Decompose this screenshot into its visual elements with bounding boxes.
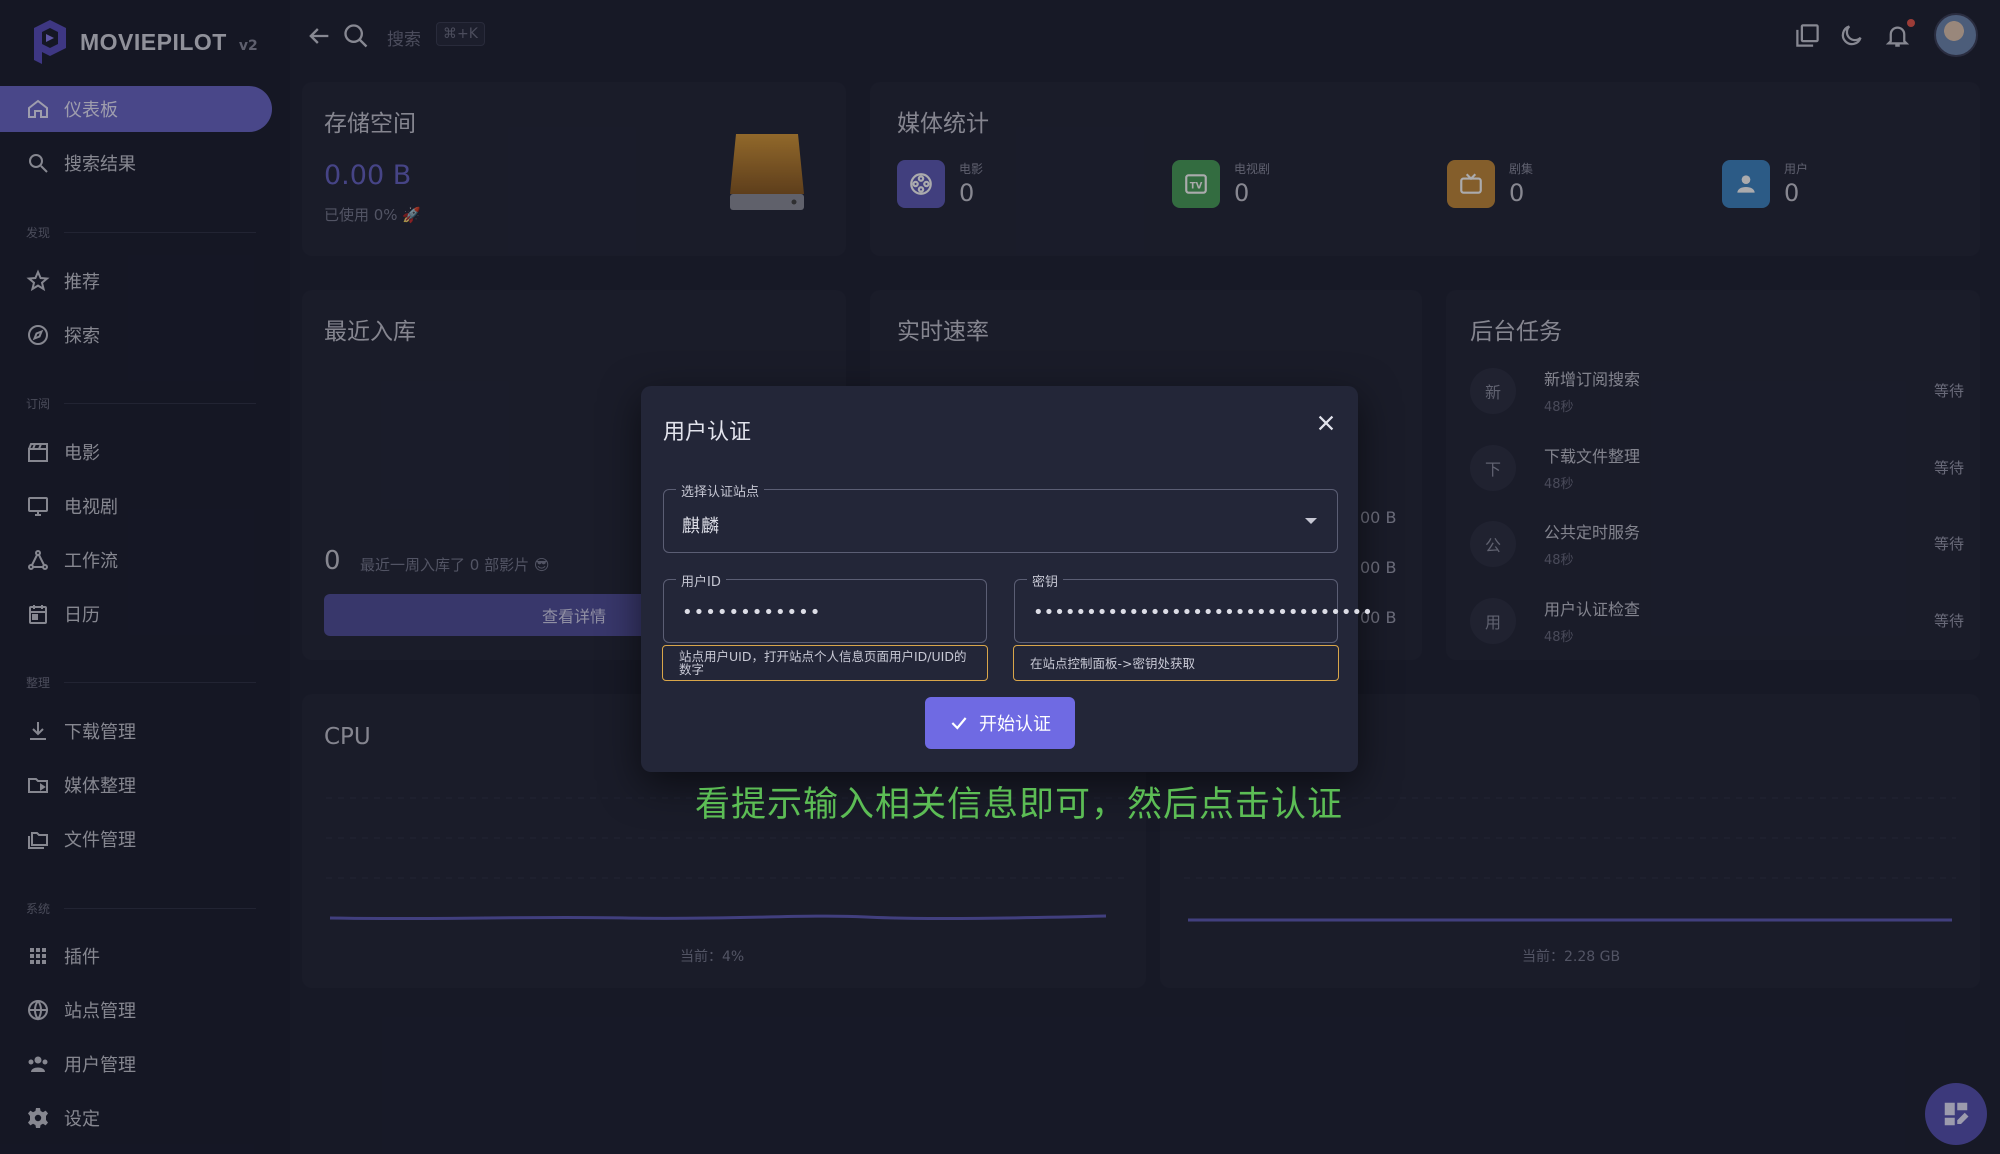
site-select-value: 麒麟 bbox=[682, 516, 720, 537]
field-label: 用户ID bbox=[676, 571, 726, 590]
start-auth-button[interactable]: 开始认证 bbox=[925, 697, 1075, 749]
field-label: 密钥 bbox=[1027, 571, 1064, 590]
secret-key-value: •••••••••••••••••••••••••••••••• bbox=[1033, 602, 1373, 623]
check-icon bbox=[951, 717, 967, 730]
user-id-hint: 站点用户UID，打开站点个人信息页面用户ID/UID的数字 bbox=[662, 645, 988, 681]
dialog-title: 用户认证 bbox=[663, 420, 752, 445]
field-label: 选择认证站点 bbox=[676, 481, 765, 500]
site-select[interactable]: 选择认证站点 麒麟 bbox=[663, 481, 1338, 553]
start-auth-label: 开始认证 bbox=[979, 714, 1051, 735]
close-icon bbox=[1318, 415, 1334, 431]
secret-key-field[interactable]: 密钥 •••••••••••••••••••••••••••••••• bbox=[1014, 571, 1373, 643]
auth-dialog: 用户认证 选择认证站点 麒麟 用户ID •••••••••••• 密钥 ••••… bbox=[641, 386, 1373, 772]
annotation-text: 看提示输入相关信息即可，然后点击认证 bbox=[695, 785, 1344, 825]
close-button[interactable] bbox=[1311, 408, 1341, 438]
secret-key-hint: 在站点控制面板->密钥处获取 bbox=[1013, 645, 1339, 681]
chevron-down-icon bbox=[1305, 518, 1317, 524]
user-id-value: •••••••••••• bbox=[682, 602, 822, 623]
user-id-field[interactable]: 用户ID •••••••••••• bbox=[663, 571, 987, 643]
